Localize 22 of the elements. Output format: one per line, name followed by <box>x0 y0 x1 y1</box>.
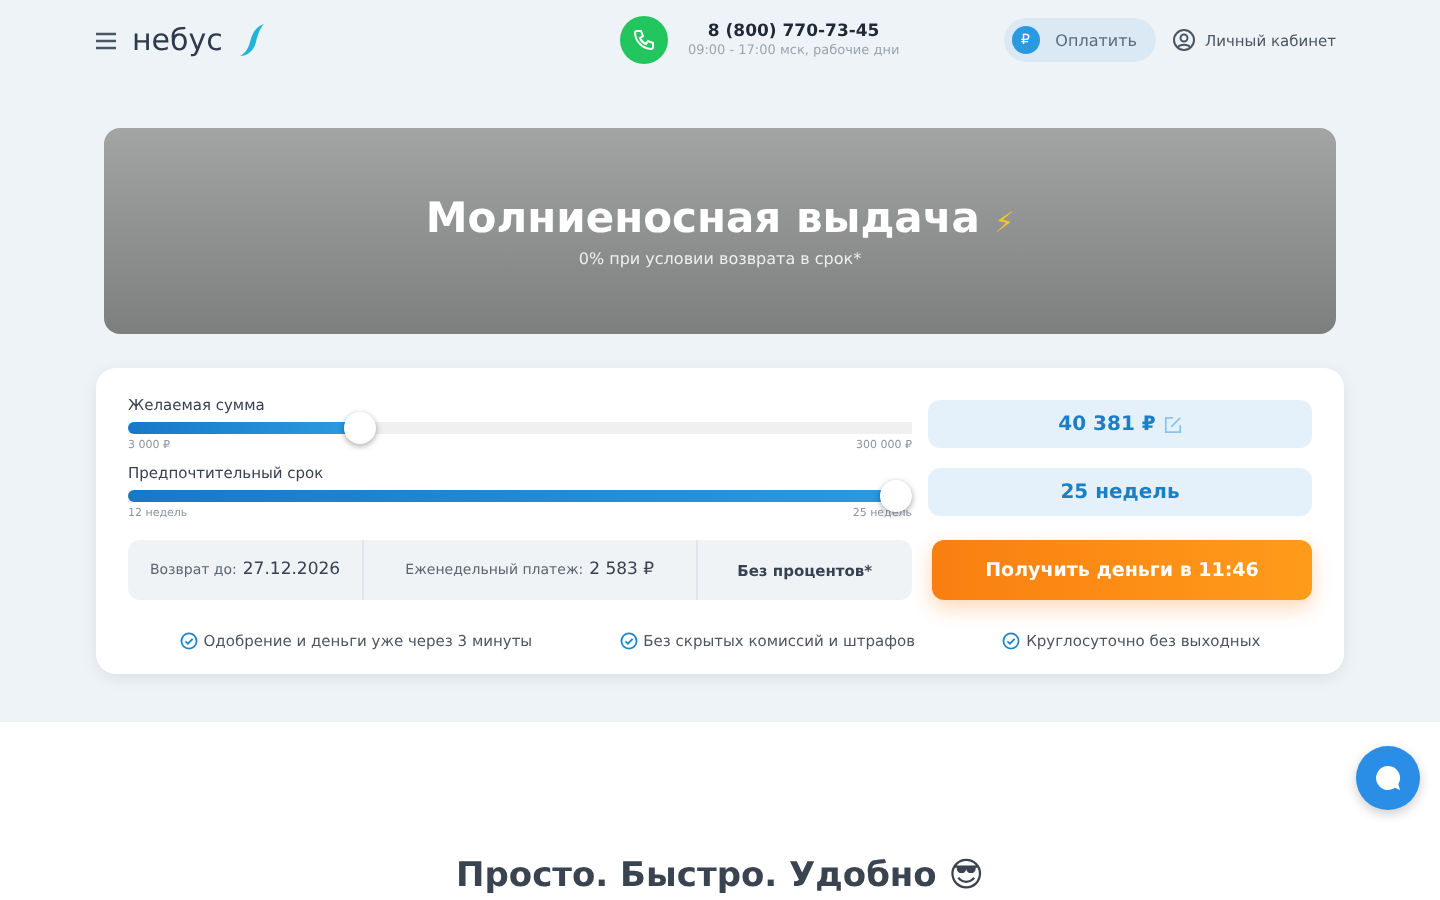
chat-button[interactable] <box>1356 746 1420 810</box>
section-title: Просто. Быстро. Удобно 😎 <box>456 856 984 896</box>
phone-icon[interactable] <box>619 16 668 64</box>
menu-icon[interactable] <box>96 31 116 49</box>
check-circle-icon <box>1002 632 1021 650</box>
summary-value: 2 583 ₽ <box>589 560 655 580</box>
logo-text[interactable]: небус <box>132 22 223 58</box>
logo-icon[interactable] <box>238 22 267 58</box>
value-field[interactable]: 25 недель <box>928 468 1312 516</box>
check-circle-icon <box>179 632 198 650</box>
check-circle-icon <box>619 632 638 650</box>
value-field[interactable]: 40 381 ₽ <box>928 400 1312 448</box>
get-money-button[interactable]: Получить деньги в 11:46 <box>932 540 1312 600</box>
user-icon <box>1172 28 1197 52</box>
phone-number[interactable]: 8 (800) 770-73-45 <box>687 22 900 42</box>
summary-value: 27.12.2026 <box>242 560 341 580</box>
edit-icon[interactable] <box>1163 415 1182 433</box>
chat-icon <box>1374 764 1402 792</box>
slider-thumb[interactable] <box>880 480 912 512</box>
slider-thumb[interactable] <box>343 412 376 444</box>
banner-title: Молниеносная выдача ⚡ <box>425 194 1015 242</box>
banner-subtitle: 0% при условии возврата в срок* <box>578 250 862 268</box>
